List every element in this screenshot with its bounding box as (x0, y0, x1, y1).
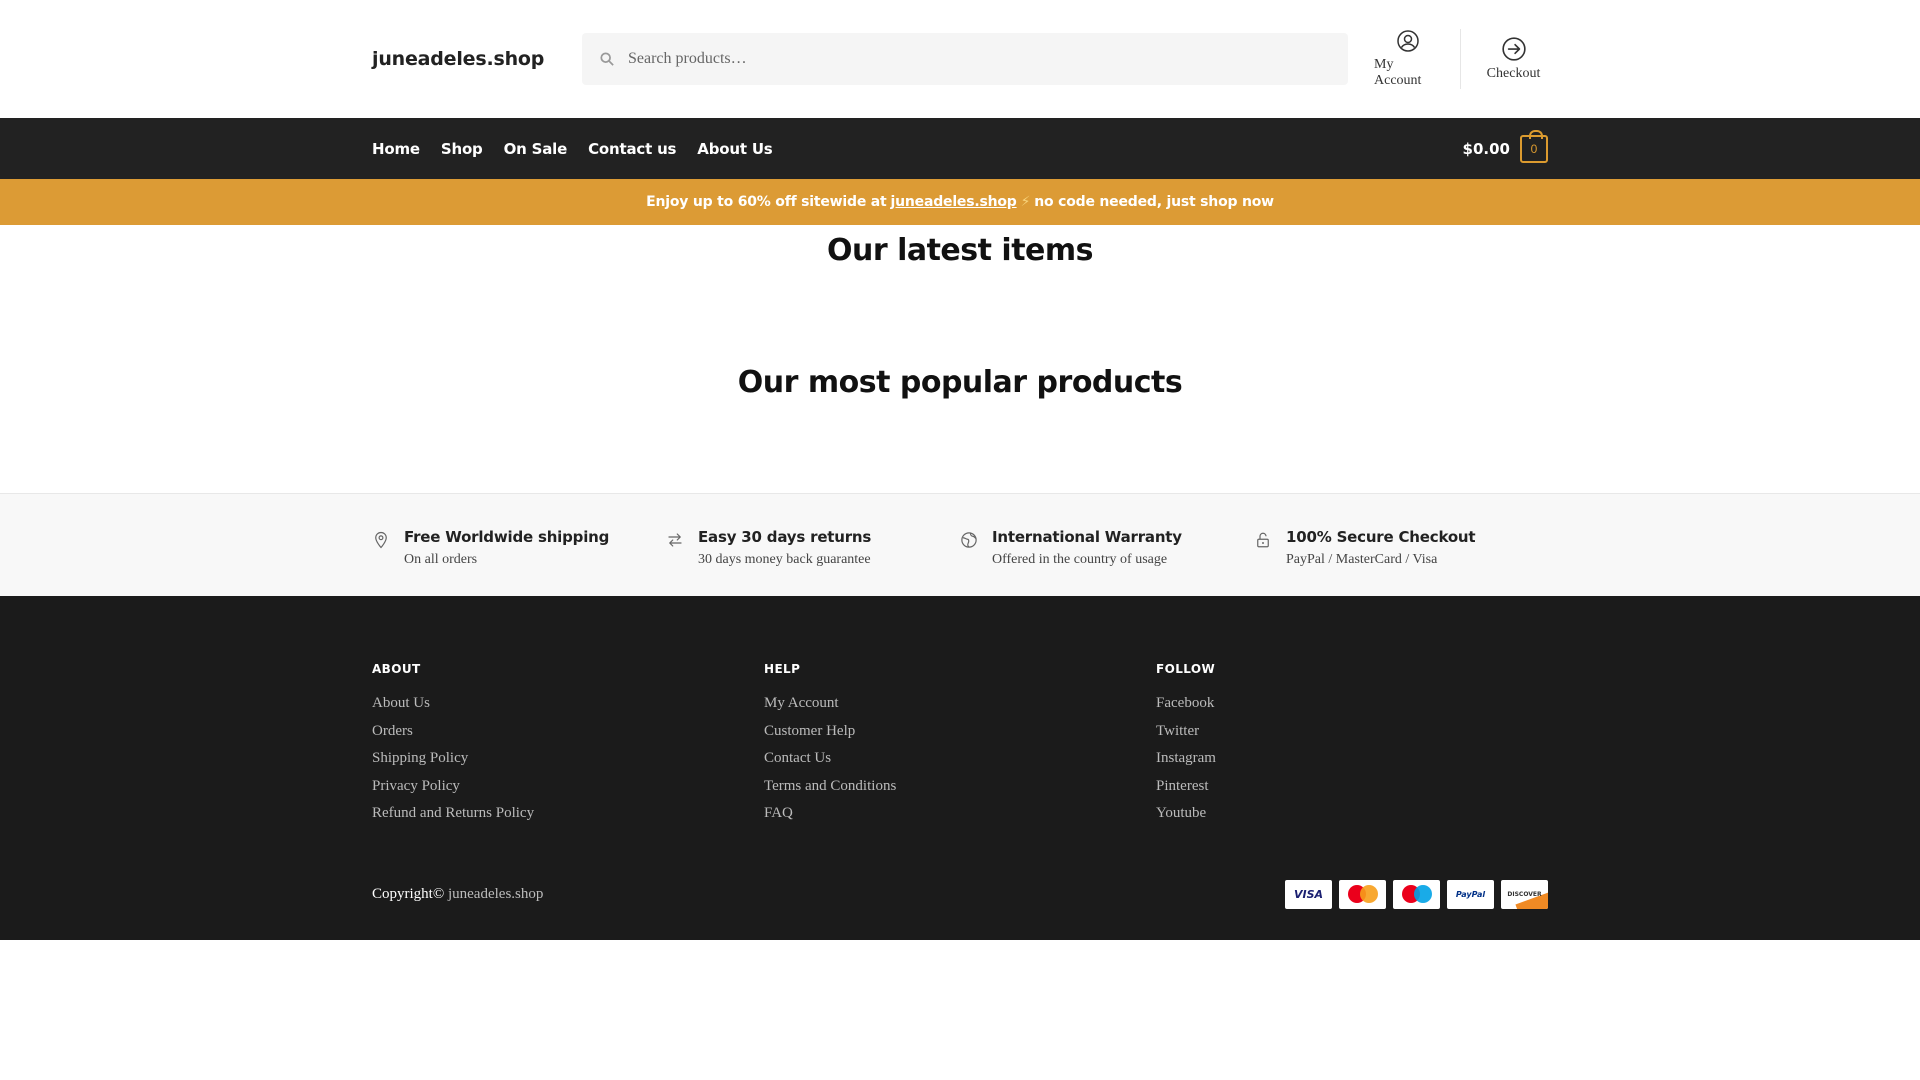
site-logo[interactable]: juneadeles.shop (372, 48, 582, 70)
feature-title: 100% Secure Checkout (1286, 528, 1476, 546)
feature-title: Easy 30 days returns (698, 528, 872, 546)
footer-column-title: HELP (764, 662, 801, 676)
maestro-card-icon (1393, 879, 1440, 909)
mastercard-icon (1339, 879, 1386, 909)
arrow-right-circle-icon (1501, 37, 1526, 61)
search-bar[interactable] (582, 33, 1348, 85)
feature-warranty: International Warranty Offered in the co… (960, 528, 1254, 568)
footer-link-facebook[interactable]: Facebook (1156, 690, 1548, 718)
visa-label: VISA (1293, 887, 1324, 901)
latest-items-section: Our latest items (0, 225, 1920, 360)
promo-text-before: Enjoy up to 60% off sitewide at (646, 194, 887, 210)
footer-link-pinterest[interactable]: Pinterest (1156, 773, 1548, 801)
lock-icon (1257, 532, 1269, 548)
paypal-label: PayPal (1455, 889, 1486, 899)
feature-subtitle: PayPal / MasterCard / Visa (1286, 552, 1438, 567)
header-actions: My Account Checkout (1356, 29, 1548, 89)
promo-banner: Enjoy up to 60% off sitewide at juneadel… (0, 179, 1920, 225)
site-header: juneadeles.shop My Account Checkout (0, 0, 1920, 118)
map-pin-icon (375, 531, 387, 549)
nav-item-home[interactable]: Home (372, 140, 420, 158)
globe-icon (961, 532, 977, 548)
footer-column-help: HELP My Account Customer Help Contact Us… (764, 662, 1156, 828)
lightning-icon: ⚡ (1020, 194, 1031, 210)
nav-item-contact-us[interactable]: Contact us (588, 140, 676, 158)
footer-link-my-account[interactable]: My Account (764, 690, 1156, 718)
payment-methods: VISA PayPal DISCOVER (1278, 879, 1548, 909)
feature-subtitle: Offered in the country of usage (992, 552, 1168, 567)
visa-card-icon: VISA (1285, 879, 1332, 909)
feature-subtitle: 30 days money back guarantee (698, 552, 871, 567)
footer-link-terms[interactable]: Terms and Conditions (764, 773, 1156, 801)
footer-link-contact-us[interactable]: Contact Us (764, 745, 1156, 773)
footer-column-about: ABOUT About Us Orders Shipping Policy Pr… (372, 662, 764, 828)
latest-items-title: Our latest items (826, 233, 1094, 268)
footer-link-shipping-policy[interactable]: Shipping Policy (372, 745, 764, 773)
nav-item-on-sale[interactable]: On Sale (504, 140, 568, 158)
discover-label: DISCOVER (1507, 890, 1542, 898)
copyright-text: Copyright© juneadeles.shop (372, 886, 543, 903)
primary-navigation: Home Shop On Sale Contact us About Us $0… (0, 118, 1920, 179)
checkout-label: Checkout (1486, 66, 1541, 81)
footer-link-orders[interactable]: Orders (372, 718, 764, 746)
search-icon[interactable] (600, 52, 614, 66)
feature-title: International Warranty (992, 528, 1182, 546)
feature-title: Free Worldwide shipping (404, 528, 610, 546)
cart-count-badge: 0 (1520, 129, 1548, 163)
search-input[interactable] (628, 50, 1308, 68)
user-icon (1397, 30, 1419, 52)
footer-column-title: FOLLOW (1156, 662, 1216, 676)
footer-link-privacy-policy[interactable]: Privacy Policy (372, 773, 764, 801)
nav-item-about-us[interactable]: About Us (697, 140, 772, 158)
my-account-label: My Account (1374, 57, 1422, 88)
paypal-icon: PayPal (1447, 879, 1494, 909)
feature-secure-checkout: 100% Secure Checkout PayPal / MasterCard… (1254, 528, 1548, 568)
site-footer: ABOUT About Us Orders Shipping Policy Pr… (0, 596, 1920, 940)
feature-subtitle: On all orders (404, 552, 478, 567)
footer-column-follow: FOLLOW Facebook Twitter Instagram Pinter… (1156, 662, 1548, 828)
nav-item-shop[interactable]: Shop (441, 140, 483, 158)
feature-shipping: Free Worldwide shipping On all orders (372, 528, 666, 568)
popular-products-title: Our most popular products (737, 365, 1183, 400)
popular-products-section: Our most popular products (0, 360, 1920, 494)
features-bar: Free Worldwide shipping On all orders Ea… (0, 494, 1920, 596)
footer-link-about-us[interactable]: About Us (372, 690, 764, 718)
my-account-link[interactable]: My Account (1356, 29, 1460, 89)
footer-link-customer-help[interactable]: Customer Help (764, 718, 1156, 746)
footer-link-twitter[interactable]: Twitter (1156, 718, 1548, 746)
footer-link-faq[interactable]: FAQ (764, 800, 1156, 828)
arrows-exchange-icon (668, 533, 682, 547)
cart-amount: $0.00 (1462, 139, 1510, 158)
promo-text-after: no code needed, just shop now (1034, 194, 1274, 210)
footer-column-title: ABOUT (372, 662, 421, 676)
feature-returns: Easy 30 days returns 30 days money back … (666, 528, 960, 568)
discover-card-icon: DISCOVER (1501, 879, 1548, 909)
promo-link[interactable]: juneadeles.shop (891, 194, 1017, 210)
footer-link-instagram[interactable]: Instagram (1156, 745, 1548, 773)
copyright-site-link[interactable]: juneadeles.shop (448, 886, 543, 902)
checkout-link[interactable]: Checkout (1460, 29, 1548, 89)
cart-button[interactable]: $0.00 0 (1462, 129, 1548, 163)
footer-link-refund-policy[interactable]: Refund and Returns Policy (372, 800, 764, 828)
footer-link-youtube[interactable]: Youtube (1156, 800, 1548, 828)
copyright-prefix: Copyright© (372, 885, 445, 902)
